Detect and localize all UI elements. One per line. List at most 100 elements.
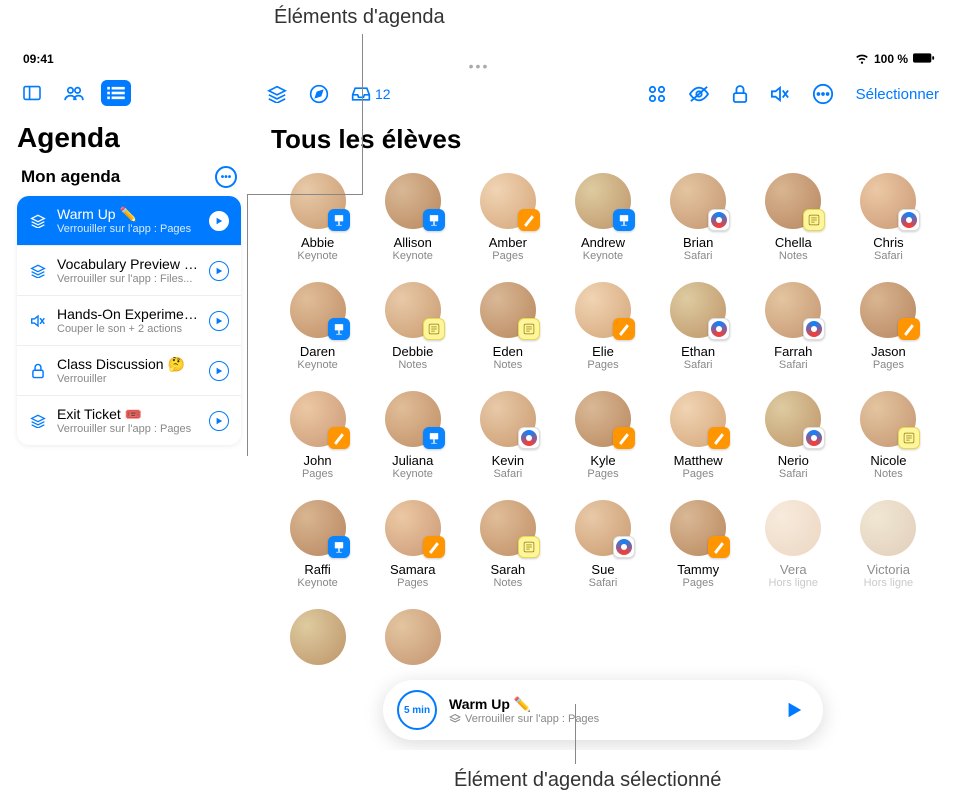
student-cell[interactable]: Daren Keynote [277,282,358,371]
student-avatar [670,500,726,556]
student-cell[interactable]: Brian Safari [658,173,739,262]
app-badge-notes [518,318,540,340]
agenda-more-button[interactable]: ••• [215,166,237,188]
agenda-play-button[interactable] [209,411,229,431]
student-avatar [860,173,916,229]
student-avatar [385,173,441,229]
student-cell[interactable]: Juliana Keynote [372,391,453,480]
agenda-item-subtitle: Verrouiller sur l'app : Files... [57,273,199,285]
hide-button[interactable] [688,85,710,103]
student-cell[interactable]: Chris Safari [848,173,929,262]
student-cell[interactable]: Sarah Notes [467,500,548,589]
agenda-play-button[interactable] [209,361,229,381]
student-app: Safari [589,577,618,589]
student-cell[interactable]: Matthew Pages [658,391,739,480]
student-name: Farrah [774,344,812,359]
student-avatar [765,282,821,338]
student-avatar [765,173,821,229]
agenda-item[interactable]: Warm Up ✏️ Verrouiller sur l'app : Pages [17,196,241,246]
app-badge-safari [898,209,920,231]
pill-timer[interactable]: 5 min [397,690,437,730]
student-cell[interactable]: Victoria Hors ligne [848,500,929,589]
student-cell[interactable]: Chella Notes [753,173,834,262]
student-cell[interactable]: Sue Safari [562,500,643,589]
annotation-bracket [247,194,248,456]
pill-play-button[interactable] [779,695,809,725]
inbox-button[interactable]: 12 [351,86,391,102]
people-view-button[interactable] [59,80,89,106]
student-cell[interactable]: Allison Keynote [372,173,453,262]
grid-button[interactable] [648,85,666,103]
agenda-item-title: Exit Ticket 🎟️ [57,406,199,423]
app-badge-pages [328,427,350,449]
student-cell[interactable]: Debbie Notes [372,282,453,371]
student-name: Nicole [870,453,906,468]
stack-button[interactable] [267,85,287,103]
student-app: Pages [492,250,523,262]
student-cell[interactable]: Amber Pages [467,173,548,262]
selected-agenda-pill[interactable]: 5 min Warm Up ✏️ Verrouiller sur l'app :… [383,680,823,740]
app-badge-keynote [328,209,350,231]
pill-title: Warm Up ✏️ [449,696,767,713]
annotation-line-top-h [247,194,363,195]
agenda-play-button[interactable] [209,211,229,231]
ellipsis-button[interactable] [812,83,834,105]
student-cell[interactable]: Kevin Safari [467,391,548,480]
list-view-button[interactable] [101,80,131,106]
student-avatar [480,391,536,447]
student-cell[interactable] [372,609,453,665]
student-name: Tammy [677,562,719,577]
student-cell[interactable]: Nerio Safari [753,391,834,480]
agenda-item[interactable]: Class Discussion 🤔 Verrouiller [17,346,241,396]
student-cell[interactable]: Kyle Pages [562,391,643,480]
student-cell[interactable]: Eden Notes [467,282,548,371]
student-cell[interactable]: Raffi Keynote [277,500,358,589]
app-badge-safari [803,318,825,340]
select-button[interactable]: Sélectionner [856,86,939,103]
student-cell[interactable]: Elie Pages [562,282,643,371]
student-avatar [860,391,916,447]
student-name: Allison [394,235,432,250]
student-name: Eden [493,344,523,359]
agenda-item[interactable]: Vocabulary Preview 💡 Verrouiller sur l'a… [17,246,241,296]
student-name: Sarah [491,562,526,577]
student-cell[interactable]: Nicole Notes [848,391,929,480]
student-avatar [385,609,441,665]
student-name: Ethan [681,344,715,359]
student-cell[interactable]: Samara Pages [372,500,453,589]
student-cell[interactable]: Jason Pages [848,282,929,371]
student-cell[interactable]: Abbie Keynote [277,173,358,262]
student-cell[interactable]: Vera Hors ligne [753,500,834,589]
student-name: Sue [591,562,614,577]
lock-button[interactable] [732,84,748,104]
compass-button[interactable] [309,84,329,104]
student-cell[interactable]: Tammy Pages [658,500,739,589]
student-cell[interactable] [277,609,358,665]
app-badge-pages [708,536,730,558]
student-name: Matthew [674,453,723,468]
student-avatar [290,609,346,665]
student-cell[interactable]: Ethan Safari [658,282,739,371]
app-badge-safari [518,427,540,449]
app-badge-safari [708,209,730,231]
agenda-item[interactable]: Hands-On Experiment 🧪 Couper le son + 2 … [17,296,241,346]
mute-button[interactable] [770,85,790,103]
stack-icon [29,262,47,280]
lock-icon [29,362,47,380]
stack-icon [29,212,47,230]
book-view-button[interactable] [17,80,47,106]
student-name: Brian [683,235,713,250]
agenda-item[interactable]: Exit Ticket 🎟️ Verrouiller sur l'app : P… [17,396,241,445]
agenda-play-button[interactable] [209,261,229,281]
student-cell[interactable]: John Pages [277,391,358,480]
app-badge-pages [423,536,445,558]
annotation-bottom: Élément d'agenda sélectionné [454,769,721,792]
agenda-play-button[interactable] [209,311,229,331]
student-cell[interactable]: Andrew Keynote [562,173,643,262]
student-name: Elie [592,344,614,359]
student-app: Notes [779,250,808,262]
student-cell[interactable]: Farrah Safari [753,282,834,371]
app-badge-pages [898,318,920,340]
student-app: Notes [874,468,903,480]
device-frame: ••• 09:41 100 % [5,48,953,750]
